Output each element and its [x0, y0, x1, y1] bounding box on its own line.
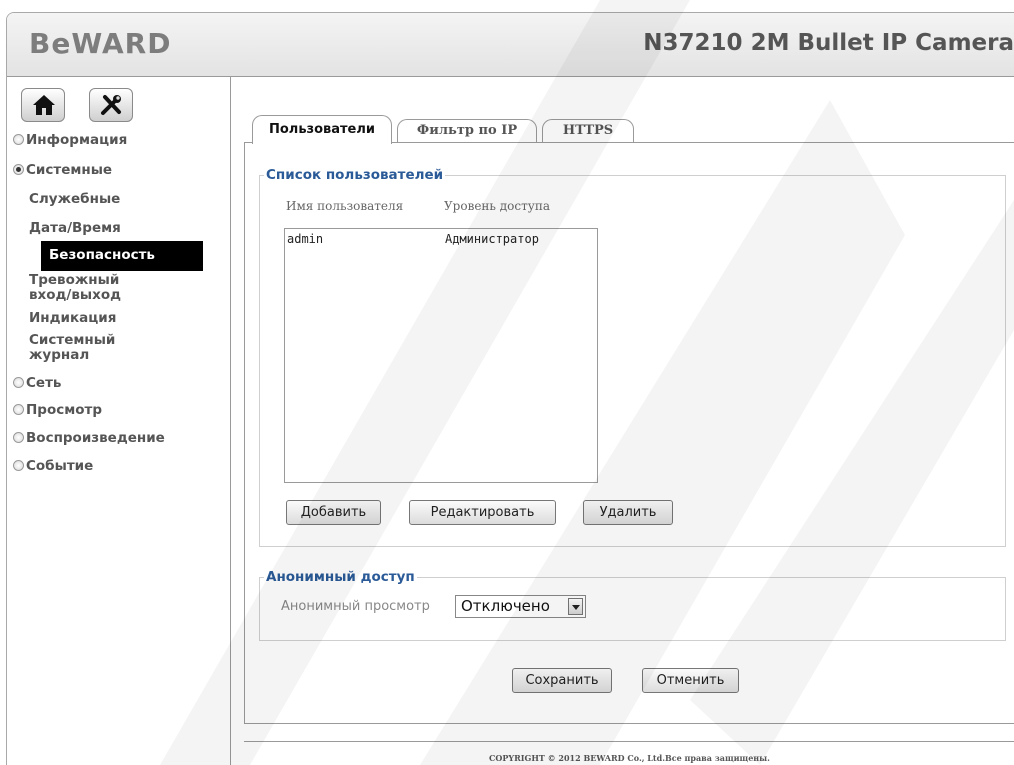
users-listbox[interactable]: admin Администратор [284, 228, 598, 483]
nav-group-info[interactable]: Информация [13, 132, 127, 148]
radio-selected-icon [13, 164, 24, 175]
anonymous-view-value: Отключено [461, 597, 550, 615]
tab-https[interactable]: HTTPS [542, 119, 634, 143]
cancel-button[interactable]: Отменить [642, 668, 739, 693]
radio-icon [13, 404, 24, 415]
delete-user-button[interactable]: Удалить [583, 500, 673, 525]
column-header-access-level: Уровень доступа [444, 199, 550, 213]
anonymous-view-label: Анонимный просмотр [281, 599, 430, 614]
nav-group-view[interactable]: Просмотр [13, 402, 102, 418]
home-button[interactable] [21, 88, 65, 122]
anonymous-view-select[interactable]: Отключено [455, 595, 586, 618]
sidebar: Информация Системные Служебные Дата/Врем… [7, 77, 231, 765]
user-name-cell: admin [287, 232, 324, 246]
nav-group-event[interactable]: Событие [13, 458, 93, 474]
sidebar-item-service[interactable]: Служебные [29, 192, 120, 207]
user-level-cell: Администратор [445, 232, 539, 246]
radio-icon [13, 377, 24, 388]
chevron-down-icon[interactable] [568, 598, 583, 615]
radio-icon [13, 460, 24, 471]
home-icon [33, 95, 55, 115]
column-header-username: Имя пользователя [286, 199, 404, 213]
nav-group-playback[interactable]: Воспроизведение [13, 430, 165, 446]
anonymous-legend: Анонимный доступ [266, 569, 415, 585]
app-frame: BeWARD N37210 2M Bullet IP Camera Информ… [6, 12, 1014, 765]
sidebar-item-security[interactable]: Безопасность [41, 241, 203, 271]
edit-user-button[interactable]: Редактировать [409, 500, 556, 525]
radio-icon [13, 432, 24, 443]
sidebar-item-syslog[interactable]: Системный журнал [29, 333, 115, 363]
nav-group-network[interactable]: Сеть [13, 375, 61, 391]
header: BeWARD N37210 2M Bullet IP Camera [7, 13, 1014, 77]
users-legend: Список пользователей [266, 167, 444, 183]
main-content: Пользователи Фильтр по IP HTTPS Список п… [232, 77, 1014, 765]
footer-divider [244, 741, 1014, 742]
sidebar-item-alarm-io[interactable]: Тревожный вход/выход [29, 273, 121, 303]
sidebar-item-datetime[interactable]: Дата/Время [29, 221, 121, 236]
copyright-footer: COPYRIGHT © 2012 BEWARD Co., Ltd.Все пра… [489, 753, 770, 763]
tab-ip-filter[interactable]: Фильтр по IP [397, 119, 537, 143]
camera-model-title: N37210 2M Bullet IP Camera [643, 30, 1014, 56]
radio-icon [13, 134, 24, 145]
tab-users[interactable]: Пользователи [252, 115, 392, 144]
tools-icon [101, 95, 121, 115]
save-button[interactable]: Сохранить [512, 668, 612, 693]
add-user-button[interactable]: Добавить [286, 500, 381, 525]
tools-button[interactable] [89, 88, 133, 122]
sidebar-item-indication[interactable]: Индикация [29, 311, 116, 326]
nav-group-system[interactable]: Системные [13, 162, 112, 178]
beward-logo: BeWARD [29, 27, 172, 60]
